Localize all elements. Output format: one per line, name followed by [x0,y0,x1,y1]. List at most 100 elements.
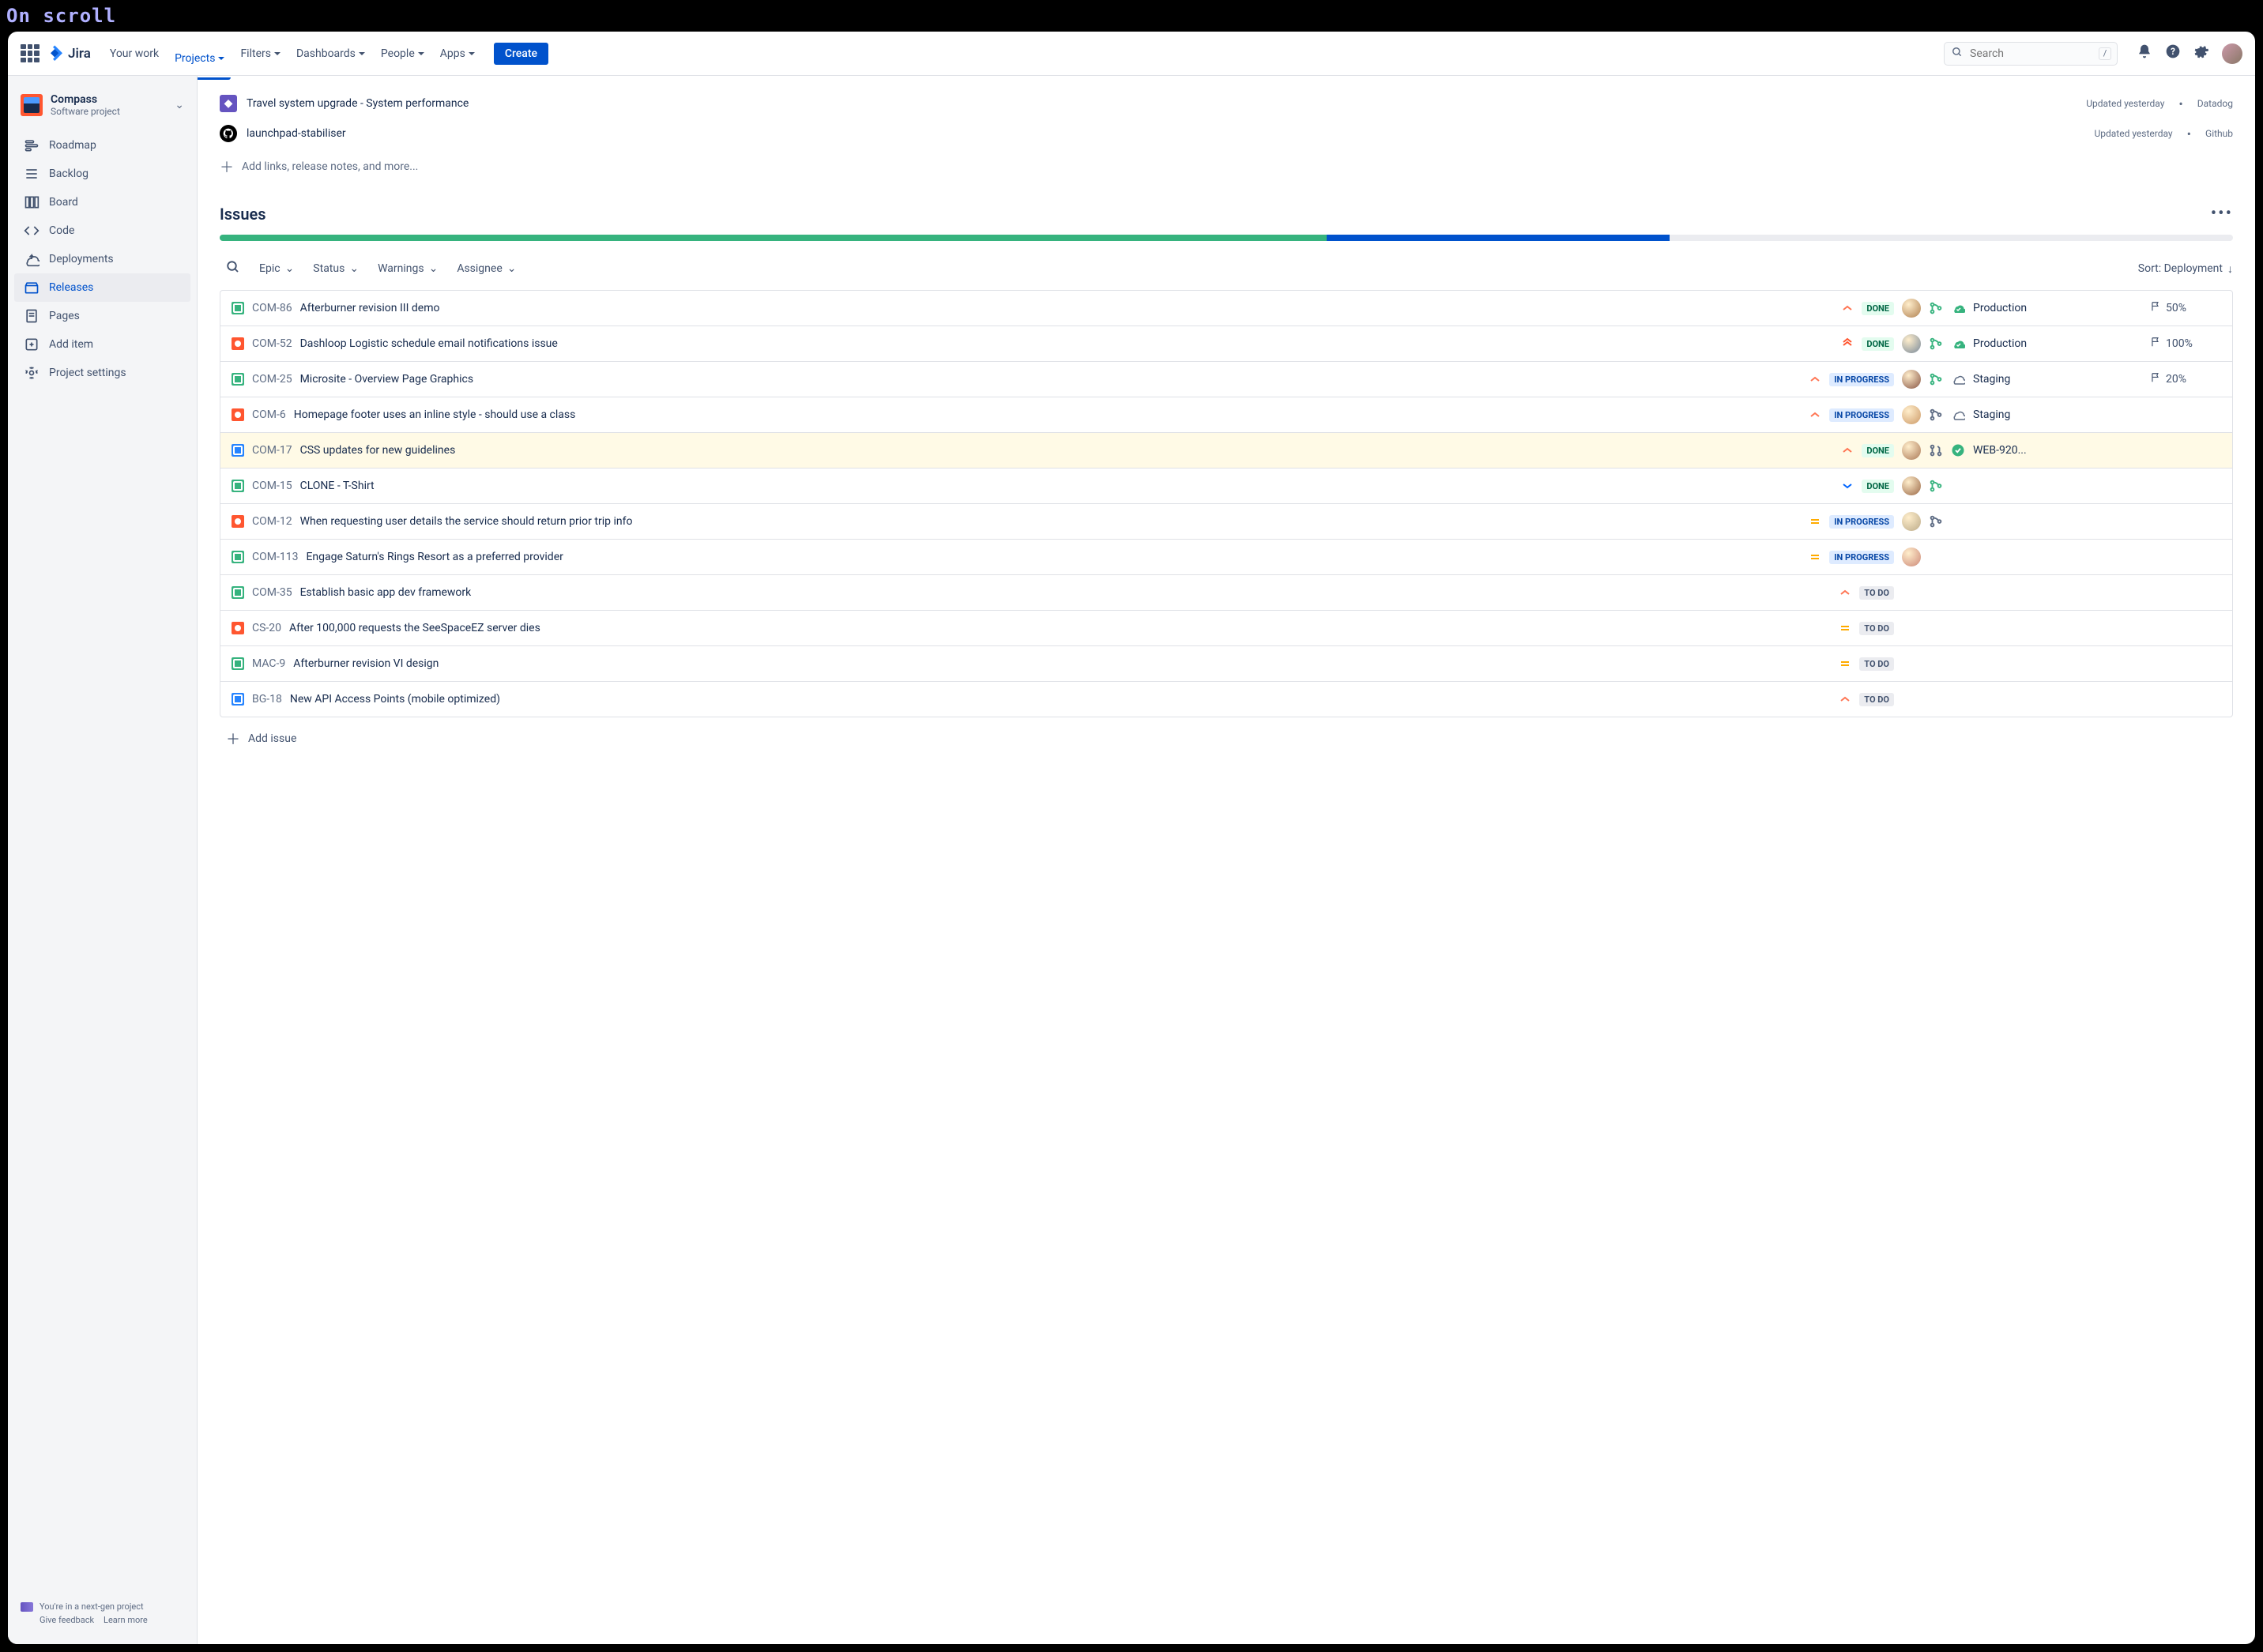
status-lozenge: IN PROGRESS [1829,373,1894,386]
settings-icon[interactable] [2193,43,2209,63]
branch-icon[interactable] [1929,514,1943,529]
nav-item-people[interactable]: People [375,40,431,67]
priority-high-icon [1809,373,1821,386]
priority-highest-icon [1841,337,1854,350]
assignee-avatar[interactable] [1902,405,1921,424]
issue-title: Homepage footer uses an inline style - s… [294,408,1802,421]
issue-row[interactable]: CS-20After 100,000 requests the SeeSpace… [220,611,2232,646]
sidebar-item-board[interactable]: Board [14,188,190,216]
assignee-avatar[interactable] [1902,548,1921,566]
filter-status[interactable]: Status⌄ [313,262,359,275]
issue-row[interactable]: COM-113Engage Saturn's Rings Resort as a… [220,540,2232,575]
story-icon [232,480,244,492]
filter-assignee[interactable]: Assignee⌄ [457,262,516,275]
env-production-icon [1951,337,1965,351]
main-content: ◆Travel system upgrade - System performa… [198,76,2255,1644]
project-icon [21,94,43,116]
datadog-icon: ◆ [220,95,237,112]
story-icon [232,373,244,386]
issue-key: COM-25 [252,373,292,386]
assignee-avatar[interactable] [1902,299,1921,318]
svg-text:?: ? [2171,46,2175,57]
branch-icon[interactable] [1929,479,1943,493]
branch-icon[interactable] [1929,408,1943,422]
nav-item-projects[interactable]: Projects [168,40,231,80]
issue-key: COM-86 [252,302,292,314]
branch-icon[interactable] [1929,301,1943,315]
flag-icon [2150,337,2161,351]
nav-item-dashboards[interactable]: Dashboards [290,40,371,67]
filter-warnings[interactable]: Warnings⌄ [378,262,438,275]
flag-value: 50% [2166,302,2186,314]
story-icon [232,551,244,563]
task-icon [232,693,244,706]
profile-avatar[interactable] [2222,43,2242,64]
link-row[interactable]: launchpad-stabiliserUpdated yesterday•Gi… [220,119,2233,149]
branch-icon[interactable] [1929,337,1943,351]
search-input[interactable] [1944,42,2118,66]
issue-row[interactable]: COM-6Homepage footer uses an inline styl… [220,397,2232,433]
assignee-avatar[interactable] [1902,441,1921,460]
issue-key: CS-20 [252,622,281,634]
github-icon [220,125,237,142]
jira-logo[interactable]: Jira [46,44,91,63]
sidebar-item-roadmap[interactable]: Roadmap [14,131,190,160]
issue-row[interactable]: MAC-9Afterburner revision VI designTO DO [220,646,2232,682]
issue-key: COM-35 [252,586,292,599]
branch-icon[interactable] [1929,372,1943,386]
sidebar-item-code[interactable]: Code [14,216,190,245]
issue-row[interactable]: COM-52Dashloop Logistic schedule email n… [220,326,2232,362]
app-switcher-icon[interactable] [21,44,40,63]
sidebar-item-releases[interactable]: Releases [14,273,190,302]
add-links-button[interactable]: ＋ Add links, release notes, and more... [220,149,2233,185]
issue-row[interactable]: COM-35Establish basic app dev frameworkT… [220,575,2232,611]
issue-row[interactable]: COM-86Afterburner revision III demoDONEP… [220,291,2232,326]
notifications-icon[interactable] [2137,43,2152,63]
assignee-avatar[interactable] [1902,512,1921,531]
issue-row[interactable]: COM-12When requesting user details the s… [220,504,2232,540]
add-issue-button[interactable]: ＋ Add issue [220,717,2233,749]
flag-value: 20% [2166,373,2186,386]
issue-key: MAC-9 [252,657,285,670]
give-feedback-link[interactable]: Give feedback [40,1615,94,1625]
sort-button[interactable]: Sort: Deployment ↓ [2138,262,2233,276]
link-row[interactable]: ◆Travel system upgrade - System performa… [220,88,2233,119]
story-icon [232,657,244,670]
project-header[interactable]: Compass Software project ⌄ [14,88,190,122]
create-button[interactable]: Create [494,43,548,65]
filter-search-icon[interactable] [226,260,240,277]
terminal-label: On scroll [6,5,116,27]
progress-bar [220,235,2233,241]
sidebar-item-backlog[interactable]: Backlog [14,160,190,188]
issue-row[interactable]: COM-17CSS updates for new guidelinesDONE… [220,433,2232,469]
sidebar-item-project-settings[interactable]: Project settings [14,359,190,387]
bug-icon [232,408,244,421]
issue-title: Afterburner revision III demo [300,302,1834,314]
roadmap-icon [24,137,40,153]
help-icon[interactable]: ? [2165,43,2181,63]
more-menu-icon[interactable]: ••• [2211,204,2233,224]
sidebar-item-pages[interactable]: Pages [14,302,190,330]
branch-icon[interactable] [1929,443,1943,457]
sidebar-item-add-item[interactable]: Add item [14,330,190,359]
learn-more-link[interactable]: Learn more [104,1615,148,1625]
top-nav: Jira Your workProjectsFiltersDashboardsP… [8,32,2255,76]
sidebar-item-deployments[interactable]: Deployments [14,245,190,273]
nav-item-filters[interactable]: Filters [234,40,287,67]
logo-text: Jira [68,46,91,62]
chevron-down-icon [274,52,281,55]
assignee-avatar[interactable] [1902,334,1921,353]
issue-row[interactable]: BG-18New API Access Points (mobile optim… [220,682,2232,717]
issue-row[interactable]: COM-25Microsite - Overview Page Graphics… [220,362,2232,397]
priority-medium-icon [1809,551,1821,563]
priority-high-icon [1841,444,1854,457]
assignee-avatar[interactable] [1902,370,1921,389]
nav-item-apps[interactable]: Apps [434,40,481,67]
assignee-avatar[interactable] [1902,476,1921,495]
add-icon [24,337,40,352]
filter-epic[interactable]: Epic⌄ [259,262,294,275]
nav-item-your-work[interactable]: Your work [104,40,165,67]
search-box: / [1944,42,2118,66]
issue-key: COM-12 [252,515,292,528]
issue-row[interactable]: COM-15CLONE - T-ShirtDONE [220,469,2232,504]
